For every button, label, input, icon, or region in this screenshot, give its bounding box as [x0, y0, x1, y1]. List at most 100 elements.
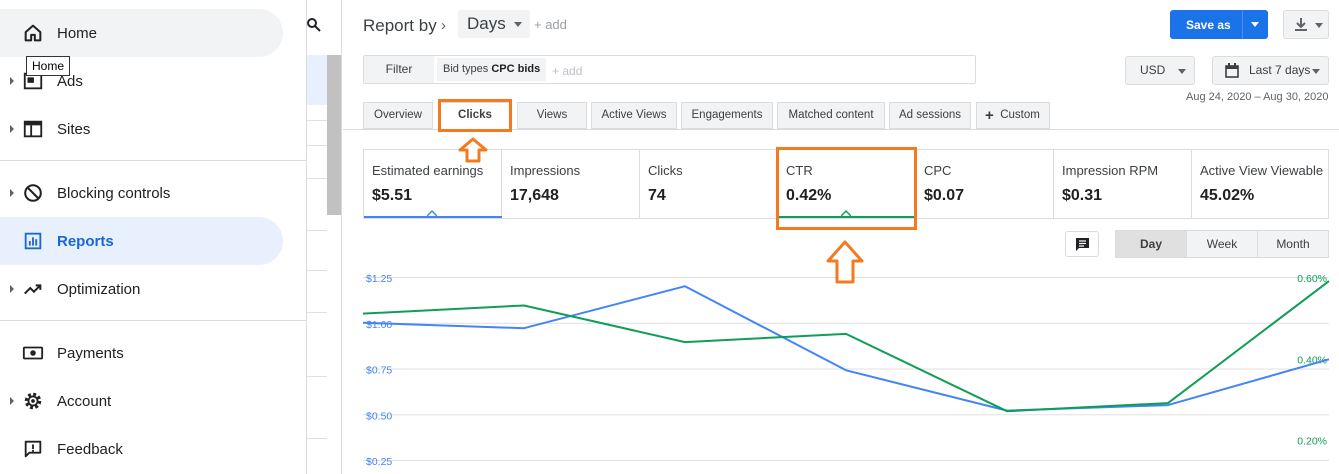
block-icon	[24, 184, 42, 202]
tab-custom-label: Custom	[1000, 109, 1040, 121]
sidebar: Home Home Ads Sites Blocking controls Re…	[0, 0, 307, 474]
expand-arrow-icon[interactable]	[10, 189, 14, 197]
sidebar-item-reports[interactable]: Reports	[0, 217, 283, 265]
tab-overview[interactable]: Overview	[363, 102, 433, 129]
sidebar-item-label: Account	[57, 392, 112, 410]
metric-name: Impressions	[510, 163, 581, 178]
trending-icon	[24, 284, 42, 295]
metric-card-impression-rpm[interactable]: Impression RPM $0.31	[1054, 150, 1192, 218]
tab-custom[interactable]: + Custom	[976, 102, 1050, 129]
left-axis-tick-label: $1.25	[366, 273, 392, 285]
tab-active-views[interactable]: Active Views	[591, 102, 677, 129]
calendar-icon	[1225, 63, 1239, 78]
sidebar-item-blocking-controls[interactable]: Blocking controls	[0, 169, 283, 217]
button-separator	[1242, 10, 1243, 39]
granularity-day-button[interactable]: Day	[1115, 230, 1187, 258]
row-divider	[307, 376, 327, 377]
expand-arrow-icon[interactable]	[10, 397, 14, 405]
filter-button[interactable]: Filter	[364, 56, 434, 83]
left-axis-tick-label: $1.00	[366, 319, 392, 331]
sidebar-item-home[interactable]: Home	[0, 9, 283, 57]
tooltip: Home	[26, 56, 71, 76]
scrollbar-thumb[interactable]	[327, 55, 341, 215]
date-range-dropdown[interactable]: Last 7 days	[1212, 56, 1329, 85]
tab-views[interactable]: Views	[517, 102, 587, 129]
metric-value: 45.02%	[1200, 187, 1255, 204]
row-divider	[307, 145, 327, 146]
feedback-icon	[24, 440, 42, 458]
chevron-right-icon: ›	[441, 17, 446, 34]
sidebar-item-payments[interactable]: Payments	[0, 329, 283, 377]
row-divider	[307, 438, 327, 439]
dimension-dropdown[interactable]: Days	[458, 10, 530, 38]
annotations-button[interactable]	[1065, 231, 1099, 257]
annotation-arrow-up-icon	[458, 137, 488, 163]
annotation-box-clicks-tab	[438, 99, 512, 132]
annotation-arrow-up-icon	[826, 240, 864, 284]
row-divider	[307, 270, 327, 271]
granularity-month-button[interactable]: Month	[1257, 230, 1329, 258]
save-as-button[interactable]: Save as	[1170, 10, 1268, 39]
divider	[0, 160, 307, 161]
metric-value: 74	[648, 187, 666, 204]
sidebar-item-label: Reports	[57, 232, 114, 250]
row-divider	[307, 178, 327, 179]
download-icon	[1295, 18, 1307, 31]
caret-down-icon[interactable]	[1251, 22, 1259, 27]
download-button[interactable]	[1283, 10, 1329, 39]
metric-card-impressions[interactable]: Impressions 17,648	[502, 150, 640, 218]
left-axis-tick-label: $0.50	[366, 410, 392, 422]
sidebar-item-label: Sites	[57, 120, 91, 138]
save-as-label: Save as	[1186, 18, 1231, 32]
selected-notch-icon	[427, 209, 437, 216]
dimension-label: Days	[467, 14, 506, 33]
granularity-week-button[interactable]: Week	[1186, 230, 1258, 258]
annotation-box-ctr	[776, 147, 917, 230]
add-filter-input[interactable]: + add	[552, 64, 582, 78]
tab-matched-content[interactable]: Matched content	[777, 102, 885, 129]
currency-dropdown[interactable]: USD	[1125, 56, 1195, 85]
expand-arrow-icon[interactable]	[10, 77, 14, 85]
sidebar-item-label: Optimization	[57, 280, 141, 298]
row-divider	[307, 312, 327, 313]
gear-icon	[24, 392, 42, 410]
sidebar-item-feedback[interactable]: Feedback	[0, 425, 283, 473]
expand-arrow-icon[interactable]	[10, 285, 14, 293]
chip-value: CPC bids	[491, 63, 541, 75]
tab-engagements[interactable]: Engagements	[681, 102, 773, 129]
date-range-label: Last 7 days	[1249, 63, 1311, 77]
date-range-text: Aug 24, 2020 – Aug 30, 2020	[1186, 91, 1329, 103]
caret-down-icon	[1315, 23, 1323, 28]
ctr-series-line	[362, 280, 1330, 413]
chip-prefix: Bid types	[443, 63, 489, 75]
sidebar-item-label: Feedback	[57, 440, 123, 458]
expand-arrow-icon[interactable]	[10, 125, 14, 133]
metric-value: $0.31	[1062, 187, 1103, 204]
metric-card-cpc[interactable]: CPC $0.07	[916, 150, 1054, 218]
right-axis-tick-label: 0.60%	[1297, 273, 1327, 285]
add-dimension-link[interactable]: + add	[534, 17, 567, 32]
metric-name: Impression RPM	[1062, 163, 1159, 178]
metric-card-clicks[interactable]: Clicks 74	[640, 150, 778, 218]
sidebar-item-optimization[interactable]: Optimization	[0, 265, 283, 313]
payments-icon	[22, 346, 44, 360]
selected-row	[307, 55, 327, 105]
secondary-panel	[307, 0, 342, 474]
metric-name: CPC	[924, 163, 952, 178]
filter-bar: Filter Bid types CPC bids + add	[363, 55, 976, 84]
plus-icon: +	[985, 107, 994, 124]
metric-card-active-view-viewable[interactable]: Active View Viewable 45.02%	[1192, 150, 1330, 218]
sidebar-item-label: Blocking controls	[57, 184, 171, 202]
search-icon[interactable]	[307, 18, 321, 32]
tab-ad-sessions[interactable]: Ad sessions	[889, 102, 971, 129]
performance-chart: $1.25$1.00$0.75$0.50$0.250.60%0.40%0.20%	[362, 273, 1330, 468]
row-divider	[307, 230, 327, 231]
caret-down-icon	[513, 22, 522, 27]
filter-chip[interactable]: Bid types CPC bids	[437, 58, 547, 81]
left-axis-tick-label: $0.75	[366, 365, 392, 377]
left-axis-tick-label: $0.25	[366, 456, 392, 468]
home-icon	[24, 24, 42, 42]
sidebar-item-sites[interactable]: Sites	[0, 105, 283, 153]
sidebar-item-account[interactable]: Account	[0, 377, 283, 425]
sites-icon	[23, 120, 43, 138]
